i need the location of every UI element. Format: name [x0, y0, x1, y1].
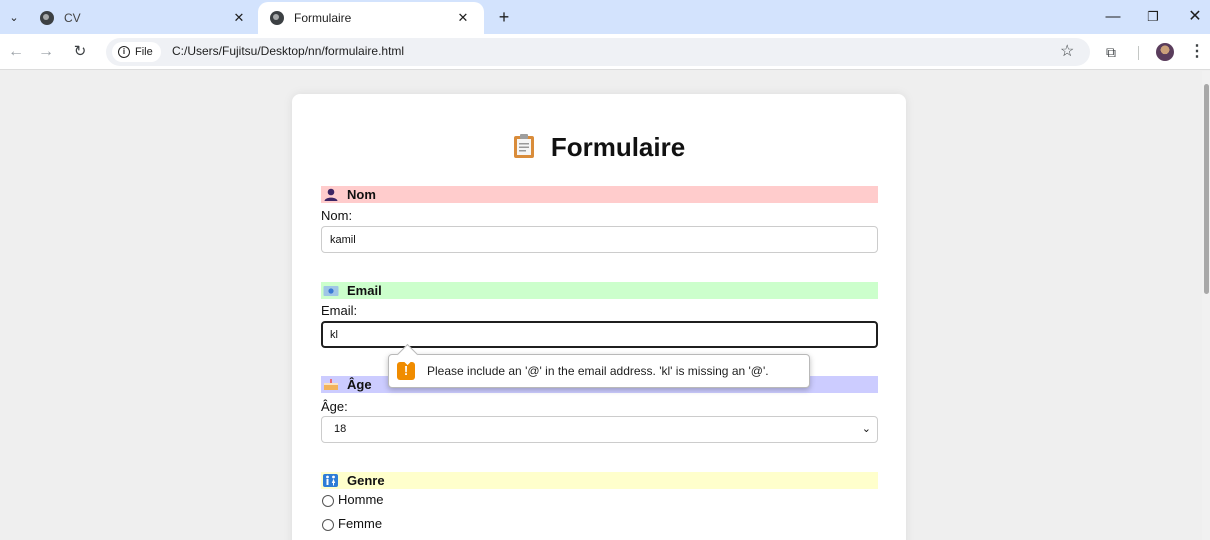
radio-label: Homme: [338, 492, 384, 507]
toolbar-divider: [1138, 46, 1139, 60]
restore-icon: ❐: [1147, 9, 1159, 24]
close-window-button[interactable]: ✕: [1180, 6, 1210, 28]
address-bar[interactable]: i File C:/Users/Fujitsu/Desktop/nn/formu…: [106, 38, 1090, 66]
age-label: Âge:: [321, 399, 348, 414]
radio-button[interactable]: [322, 495, 334, 507]
close-tab-button[interactable]: ✕: [230, 10, 248, 26]
new-tab-button[interactable]: +: [494, 7, 514, 27]
reload-icon: ↻: [73, 43, 87, 60]
radio-option-homme[interactable]: Homme: [322, 492, 384, 507]
restroom-icon: [323, 474, 339, 487]
nom-input[interactable]: [321, 226, 878, 253]
close-icon: ✕: [457, 10, 469, 25]
arrow-left-icon: ←: [8, 43, 24, 60]
email-icon: [323, 284, 339, 297]
close-icon: ✕: [1188, 8, 1202, 25]
section-heading-text: Nom: [347, 187, 376, 202]
form-title-text: Formulaire: [550, 132, 686, 162]
clipboard-icon: [513, 133, 535, 166]
chevron-down-icon: ⌄: [9, 12, 19, 24]
info-icon: i: [118, 46, 130, 58]
back-button[interactable]: ←: [4, 40, 28, 64]
form-card: Formulaire Nom Nom: Email Email: Âge Âge…: [292, 94, 906, 540]
section-heading-text: Âge: [347, 377, 372, 392]
url-text[interactable]: C:/Users/Fujitsu/Desktop/nn/formulaire.h…: [172, 44, 404, 58]
more-vert-icon: ⋮: [1189, 43, 1205, 60]
globe-icon: [270, 11, 284, 25]
close-tab-button[interactable]: ✕: [454, 10, 472, 26]
tab-strip: ⌄ CV ✕ Formulaire ✕ + — ❐ ✕: [0, 0, 1210, 34]
tab-title: CV: [64, 11, 81, 25]
radio-label: Femme: [338, 516, 383, 531]
forward-button[interactable]: →: [34, 40, 58, 64]
person-icon: [323, 188, 339, 201]
site-chip-label: File: [135, 46, 153, 58]
minimize-icon: —: [1105, 8, 1121, 25]
restore-button[interactable]: ❐: [1138, 6, 1168, 28]
email-field[interactable]: [321, 321, 878, 348]
section-heading-nom: Nom: [321, 186, 878, 203]
globe-icon: [40, 11, 54, 25]
site-info-chip[interactable]: i File: [112, 42, 161, 62]
radio-button[interactable]: [322, 519, 334, 531]
reload-button[interactable]: ↻: [68, 40, 92, 64]
section-heading-email: Email: [321, 282, 878, 299]
validation-tooltip: ! Please include an '@' in the email add…: [388, 354, 810, 388]
tab-title: Formulaire: [294, 11, 352, 25]
section-heading-text: Genre: [347, 473, 385, 488]
age-select[interactable]: 18 ⌄: [321, 416, 878, 443]
email-label: Email:: [321, 303, 358, 318]
birthday-cake-icon: [323, 378, 339, 391]
browser-toolbar: ← → ↻ i File C:/Users/Fujitsu/Desktop/nn…: [0, 34, 1210, 70]
puzzle-icon: ⧉: [1106, 44, 1116, 60]
scrollbar-thumb[interactable]: [1204, 84, 1209, 294]
menu-button[interactable]: ⋮: [1186, 41, 1208, 63]
radio-option-femme[interactable]: Femme: [322, 516, 382, 531]
warning-icon: !: [397, 362, 415, 380]
tab-formulaire[interactable]: Formulaire ✕: [258, 2, 484, 34]
close-icon: ✕: [233, 10, 245, 25]
arrow-right-icon: →: [38, 43, 54, 60]
tab-cv[interactable]: CV ✕: [28, 2, 260, 34]
plus-icon: +: [498, 7, 510, 27]
nom-label: Nom:: [321, 208, 353, 223]
bookmark-star-icon[interactable]: ☆: [1060, 41, 1074, 61]
section-heading-text: Email: [347, 283, 382, 298]
minimize-button[interactable]: —: [1098, 6, 1128, 28]
chevron-down-icon: ⌄: [861, 423, 871, 435]
profile-avatar[interactable]: [1156, 43, 1174, 61]
extensions-button[interactable]: ⧉: [1100, 41, 1122, 63]
age-select-value: 18: [334, 423, 347, 435]
page-title: Formulaire: [292, 132, 906, 166]
tab-search-button[interactable]: ⌄: [4, 8, 24, 28]
section-heading-genre: Genre: [321, 472, 878, 489]
validation-message: Please include an '@' in the email addre…: [427, 364, 769, 378]
